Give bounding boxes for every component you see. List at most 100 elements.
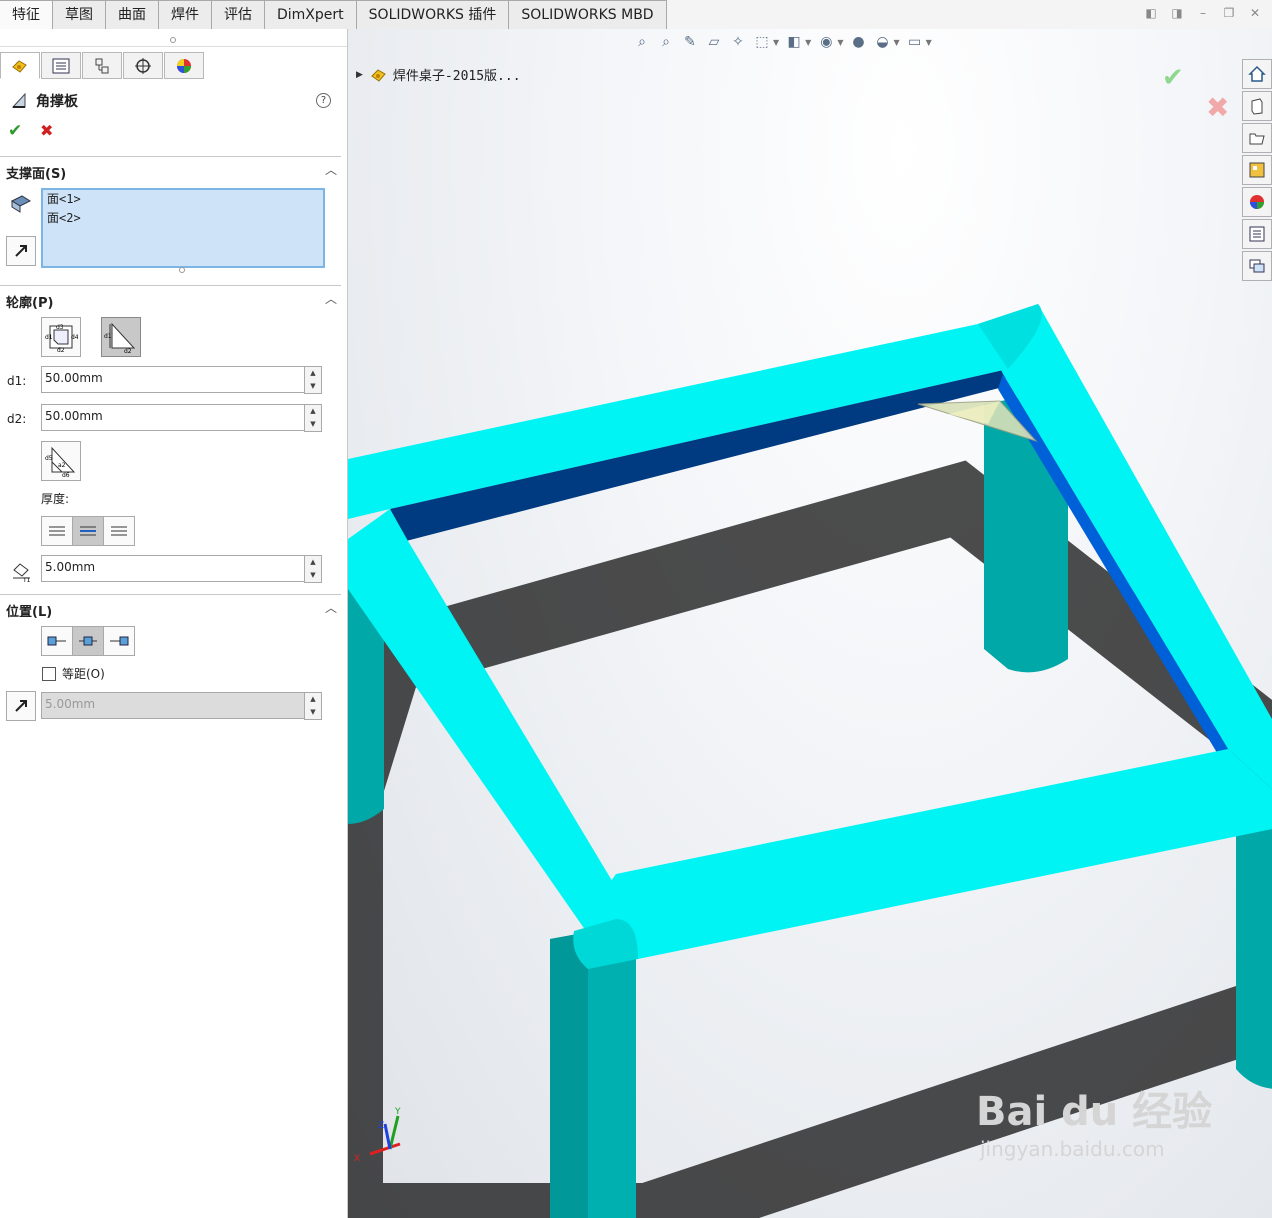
tab-surfaces[interactable]: 曲面: [106, 0, 159, 29]
d2-stepper[interactable]: ▲ ▼: [304, 404, 322, 432]
cancel-button[interactable]: ✖: [40, 121, 53, 140]
design-library-icon[interactable]: [1242, 91, 1272, 121]
tile-right-icon[interactable]: ◨: [1170, 6, 1184, 20]
reverse-direction-button[interactable]: [6, 236, 36, 266]
folder-icon: [1249, 133, 1265, 145]
position-end-button[interactable]: [103, 626, 135, 656]
flyout-feature-tree[interactable]: ▶ 焊件桌子-2015版...: [356, 65, 521, 84]
page-title: 角撑板: [36, 94, 78, 110]
profile-polygonal-button[interactable]: d3 d1 d4 d2: [41, 317, 81, 357]
d1-stepper[interactable]: ▲ ▼: [304, 366, 322, 394]
support-faces-list[interactable]: 面<1> 面<2>: [41, 188, 325, 268]
graphics-area[interactable]: ⌕ ⌕ ✎ ▱ ✧ ⬚ ▼ ◧ ▼ ◉ ▼ ● ◒ ▼ ▭ ▼ ▶ 焊件桌子-2…: [348, 29, 1272, 1218]
list-item[interactable]: 面<2>: [43, 209, 323, 228]
collapse-icon[interactable]: ︿: [325, 599, 337, 616]
ok-button[interactable]: ✔: [8, 121, 22, 141]
offset-reverse-button[interactable]: [6, 691, 36, 721]
d2-field[interactable]: 50.00mm: [41, 404, 306, 431]
position-mid-button[interactable]: [72, 626, 104, 656]
collapse-icon[interactable]: ︿: [325, 290, 337, 307]
thickness-outer-button[interactable]: [103, 516, 135, 546]
section-view-icon[interactable]: ▱: [705, 33, 723, 51]
restore-icon[interactable]: ❐: [1222, 6, 1236, 20]
view-orientation-icon[interactable]: ⬚: [753, 33, 771, 51]
spin-down-icon[interactable]: ▼: [305, 380, 321, 393]
group-support-faces[interactable]: 支撑面(S) ︿: [0, 156, 341, 182]
tab-weldments[interactable]: 焊件: [159, 0, 212, 29]
file-explorer-icon[interactable]: [1242, 123, 1272, 153]
hide-show-icon[interactable]: ◉: [817, 33, 835, 51]
zoom-to-fit-icon[interactable]: ⌕: [633, 33, 651, 51]
group-profile[interactable]: 轮廓(P) ︿: [0, 285, 341, 311]
displaymanager-tab[interactable]: [164, 52, 204, 79]
profile-triangular-button[interactable]: d1 d2: [101, 317, 141, 357]
chevron-down-icon[interactable]: ▼: [926, 38, 932, 47]
view-settings-icon[interactable]: ▭: [906, 33, 924, 51]
chamfer-profile-icon: d5 a2 d6: [45, 446, 76, 478]
thickness-spinbox[interactable]: 5.00mm ▲ ▼: [41, 555, 322, 583]
d1-field[interactable]: 50.00mm: [41, 366, 306, 393]
tile-left-icon[interactable]: ◧: [1144, 6, 1158, 20]
thickness-inner-button[interactable]: [41, 516, 73, 546]
chevron-down-icon[interactable]: ▼: [805, 38, 811, 47]
custom-properties-icon[interactable]: [1242, 219, 1272, 249]
thickness-stepper[interactable]: ▲ ▼: [304, 555, 322, 583]
tab-features[interactable]: 特征: [0, 0, 53, 29]
dimxpertmanager-tab[interactable]: [123, 52, 163, 79]
list-resize-grip-icon[interactable]: [179, 267, 185, 273]
spin-up-icon[interactable]: ▲: [305, 367, 321, 380]
spin-down-icon[interactable]: ▼: [305, 418, 321, 431]
tab-evaluate[interactable]: 评估: [212, 0, 265, 29]
tab-mbd[interactable]: SOLIDWORKS MBD: [509, 0, 667, 29]
group-location[interactable]: 位置(L) ︿: [0, 594, 341, 620]
display-style-icon[interactable]: ◧: [785, 33, 803, 51]
triad-x-label: X: [354, 1154, 360, 1164]
thickness-both-button[interactable]: [72, 516, 104, 546]
chamfer-button[interactable]: d5 a2 d6: [41, 441, 81, 481]
panel-splitter[interactable]: [0, 29, 347, 47]
part-name[interactable]: 焊件桌子-2015版...: [393, 65, 521, 84]
forum-icon[interactable]: [1242, 251, 1272, 281]
close-icon[interactable]: ✕: [1248, 6, 1262, 20]
collapse-icon[interactable]: ︿: [325, 161, 337, 178]
color-ball-icon: [1250, 195, 1264, 209]
spin-up-icon[interactable]: ▲: [305, 556, 321, 569]
dynamic-annotation-icon[interactable]: ✧: [729, 33, 747, 51]
expand-arrow-icon[interactable]: ▶: [356, 70, 363, 80]
view-palette-icon[interactable]: [1242, 155, 1272, 185]
task-pane-tabs: [1242, 59, 1272, 283]
weldment-table-model[interactable]: [348, 29, 1272, 1218]
offset-checkbox[interactable]: [42, 667, 56, 681]
propertymanager-tab[interactable]: [41, 52, 81, 79]
chevron-down-icon[interactable]: ▼: [773, 38, 779, 47]
apply-scene-icon[interactable]: ◒: [873, 33, 891, 51]
chevron-down-icon[interactable]: ▼: [893, 38, 899, 47]
thickness-field[interactable]: 5.00mm: [41, 555, 306, 582]
previous-view-icon[interactable]: ✎: [681, 33, 699, 51]
help-button[interactable]: ?: [316, 93, 331, 108]
d2-spinbox[interactable]: 50.00mm ▲ ▼: [41, 404, 322, 432]
confirm-ok-icon[interactable]: ✔: [1162, 63, 1184, 93]
leg-front-right: [1236, 800, 1272, 1089]
solidworks-resources-icon[interactable]: [1242, 59, 1272, 89]
configurationmanager-tab[interactable]: [82, 52, 122, 79]
position-end-icon: [110, 636, 129, 646]
edit-appearance-icon[interactable]: ●: [849, 33, 867, 51]
tab-addins[interactable]: SOLIDWORKS 插件: [356, 0, 510, 29]
d1-spinbox[interactable]: 50.00mm ▲ ▼: [41, 366, 322, 394]
tab-sketch[interactable]: 草图: [53, 0, 106, 29]
featuremanager-tab[interactable]: [0, 52, 40, 79]
confirm-cancel-icon[interactable]: ✖: [1206, 91, 1229, 124]
spin-up-icon[interactable]: ▲: [305, 405, 321, 418]
tab-dimxpert[interactable]: DimXpert: [265, 0, 357, 29]
splitter-grip-icon[interactable]: [170, 37, 176, 43]
chevron-down-icon[interactable]: ▼: [837, 38, 843, 47]
group-title-support-faces: 支撑面(S): [6, 167, 67, 182]
position-start-button[interactable]: [41, 626, 73, 656]
appearances-icon[interactable]: [1242, 187, 1272, 217]
minimize-icon[interactable]: –: [1196, 6, 1210, 20]
offset-label: 等距(O): [62, 667, 105, 681]
list-item[interactable]: 面<1>: [43, 190, 323, 209]
spin-down-icon[interactable]: ▼: [305, 569, 321, 582]
zoom-to-area-icon[interactable]: ⌕: [657, 33, 675, 51]
